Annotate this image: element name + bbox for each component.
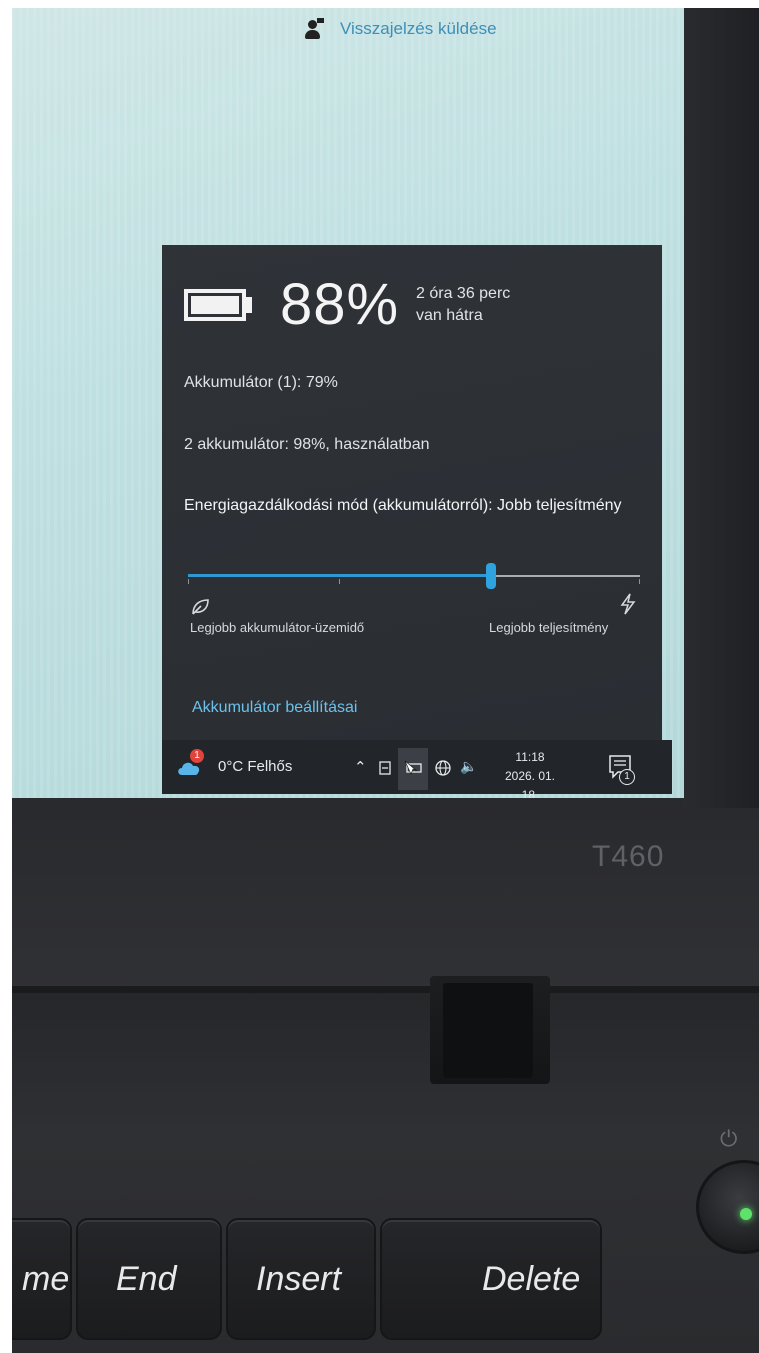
notification-count: 1 — [619, 769, 635, 785]
battery-2-status: 2 akkumulátor: 98%, használatban — [184, 436, 430, 453]
lightning-icon — [620, 593, 636, 615]
power-icon: ⏻ — [720, 1126, 738, 1151]
battery-tray-icon[interactable] — [404, 760, 424, 776]
feedback-person-icon — [304, 18, 324, 40]
key-delete[interactable]: Delete — [380, 1218, 602, 1340]
best-battery-label: Legjobb akkumulátor-üzemidő — [190, 620, 365, 635]
battery-icon — [184, 289, 246, 321]
power-led — [740, 1208, 752, 1220]
key-insert-label: Insert — [256, 1260, 342, 1298]
slider-tick — [639, 579, 640, 584]
weather-alert-badge: 1 — [190, 749, 204, 763]
battery-remaining: 2 óra 36 perc van hátra — [416, 283, 510, 327]
slider-thumb[interactable] — [486, 563, 496, 589]
laptop-screen: Visszajelzés küldése 88% 2 óra 36 perc v… — [12, 8, 684, 798]
slider-tick — [339, 579, 340, 584]
speaker-icon[interactable]: 🔈 — [460, 758, 477, 775]
laptop-model-label: T460 — [592, 840, 665, 873]
power-mode-label: Energiagazdálkodási mód (akkumulátorról)… — [184, 497, 622, 514]
key-end[interactable]: End — [76, 1218, 222, 1340]
battery-remaining-time: 2 óra 36 perc — [416, 285, 511, 302]
laptop-bezel-right — [684, 8, 759, 808]
weather-text[interactable]: 0°C Felhős — [218, 758, 292, 775]
chevron-up-icon[interactable]: ⌃ — [354, 758, 367, 776]
key-insert[interactable]: Insert — [226, 1218, 376, 1340]
taskbar: 1 0°C Felhős ⌃ 🔈 11:18 2026. 01. 18. 1 — [162, 740, 672, 798]
battery-flyout: 88% 2 óra 36 perc van hátra Akkumulátor … — [162, 245, 662, 740]
battery-settings-link[interactable]: Akkumulátor beállításai — [192, 699, 357, 717]
feedback-label: Visszajelzés küldése — [340, 19, 497, 38]
clock-time: 11:18 — [515, 750, 545, 764]
feedback-link[interactable]: Visszajelzés küldése — [304, 18, 497, 40]
slider-track-rest — [491, 575, 640, 577]
battery-icon-tip — [246, 297, 252, 313]
photo: Visszajelzés küldése 88% 2 óra 36 perc v… — [12, 8, 759, 1353]
hinge-latch-inner — [443, 983, 533, 1078]
key-delete-label: Delete — [482, 1260, 581, 1298]
slider-tick — [188, 579, 189, 584]
network-globe-icon[interactable] — [434, 759, 452, 777]
battery-remaining-suffix: van hátra — [416, 307, 483, 324]
clock-date: 2026. 01. 18. — [504, 769, 556, 798]
leaf-icon — [192, 599, 209, 615]
meet-now-icon[interactable] — [378, 760, 394, 776]
best-performance-label: Legjobb teljesítmény — [489, 620, 609, 635]
key-home[interactable]: me — [12, 1218, 72, 1340]
power-mode-slider[interactable] — [188, 563, 640, 589]
battery-percent: 88% — [280, 272, 400, 337]
key-end-label: End — [116, 1260, 177, 1298]
taskbar-clock[interactable]: 11:18 2026. 01. 18. — [498, 748, 562, 798]
slider-track-fill — [188, 574, 491, 577]
key-home-label: me — [22, 1260, 70, 1298]
battery-1-status: Akkumulátor (1): 79% — [184, 374, 338, 391]
